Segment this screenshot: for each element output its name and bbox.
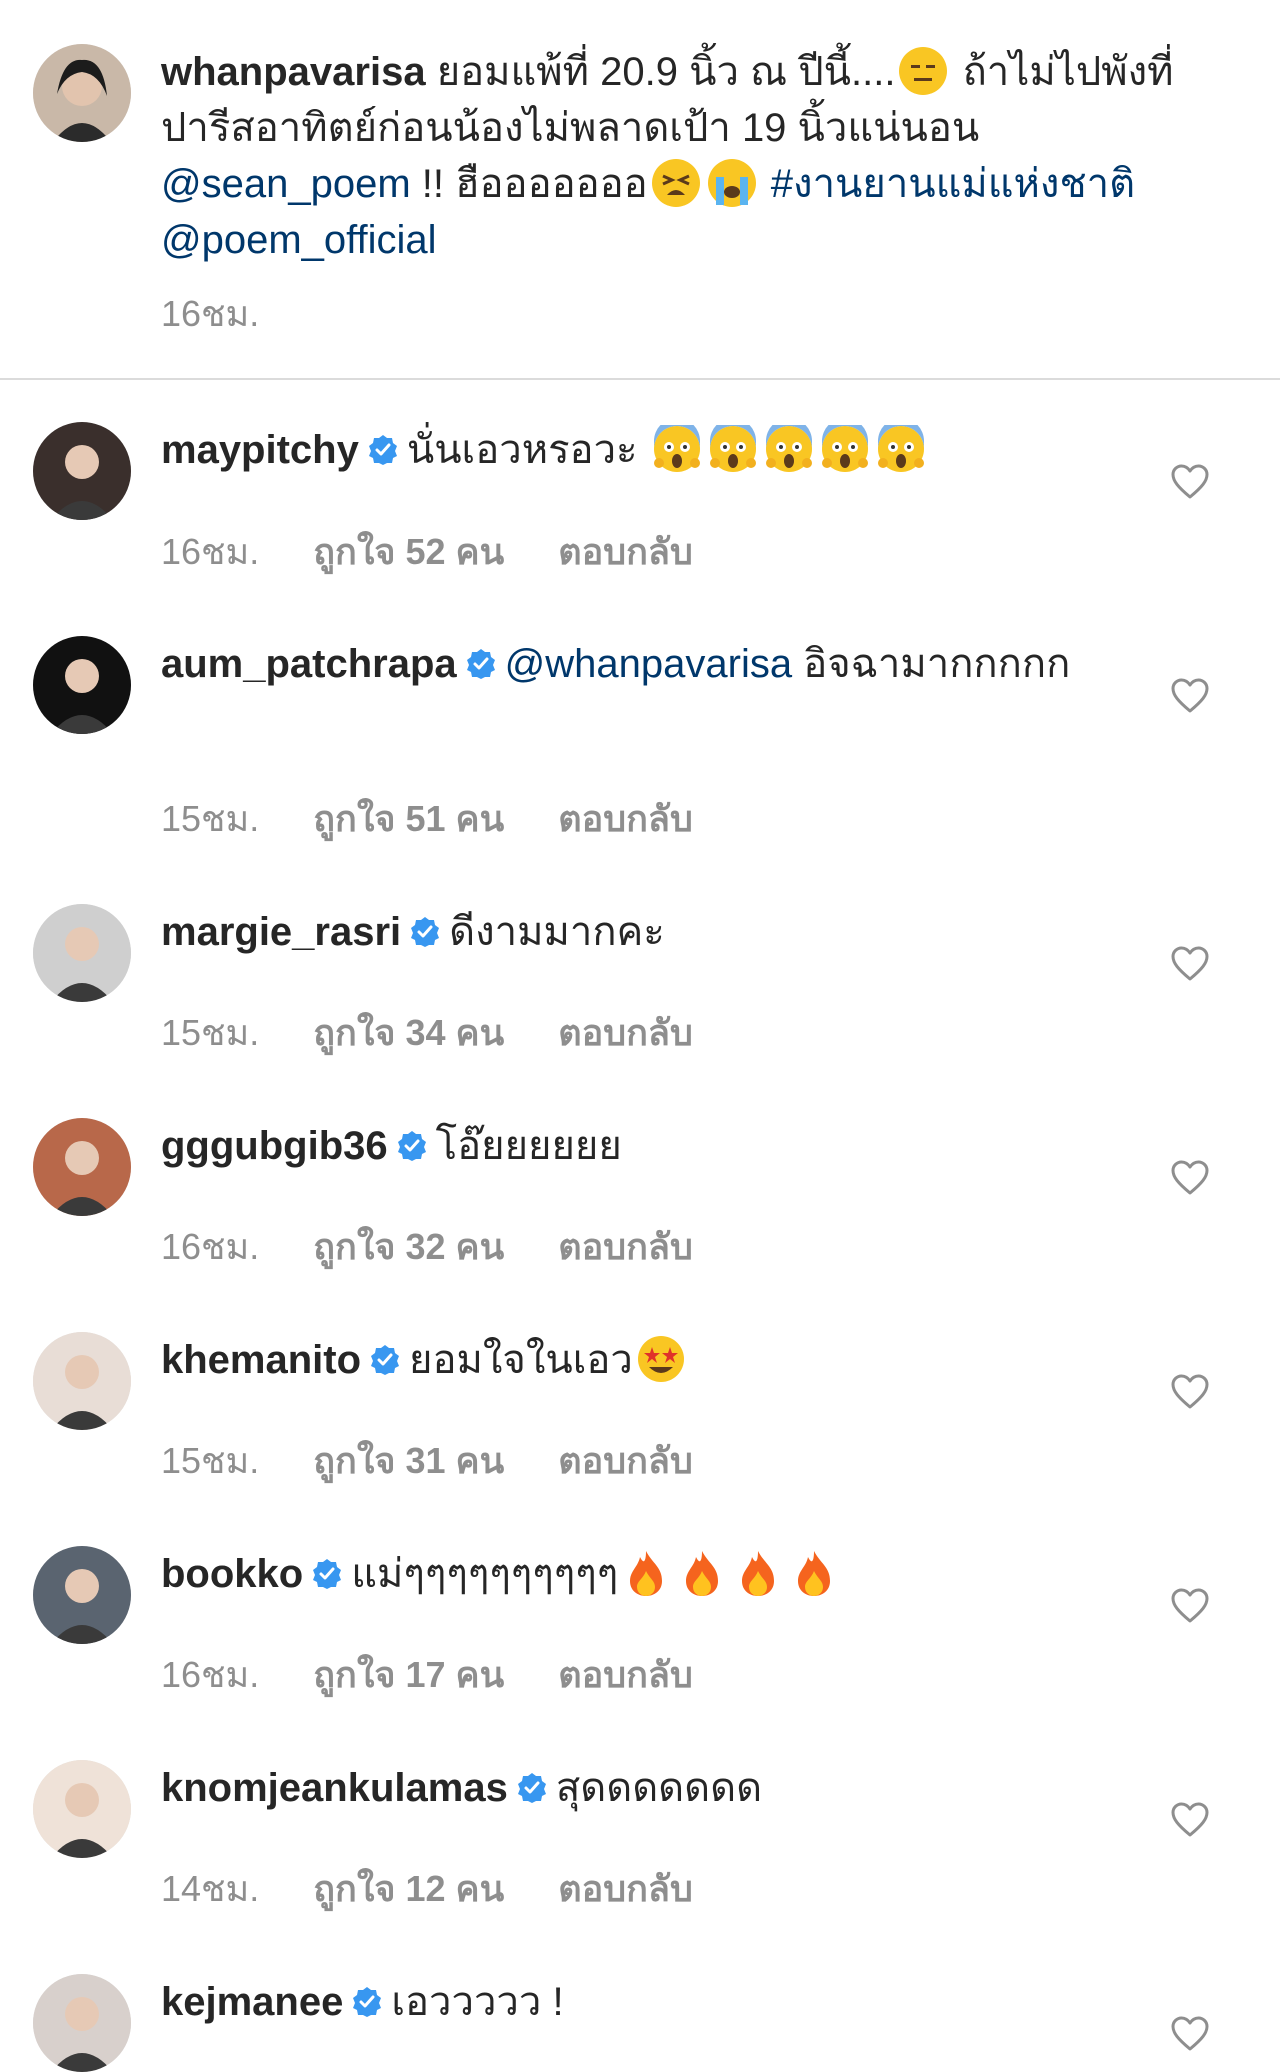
comment-meta: 15ชม. ถูกใจ 34 คน ตอบกลับ [161, 1004, 693, 1061]
avatar[interactable] [33, 1760, 131, 1858]
comment-message: เอววววว ! [391, 1980, 564, 2024]
like-heart-icon[interactable] [1170, 1158, 1210, 1198]
comment-text: aum_patchrapa @whanpavarisa อิจฉามากกกกก [161, 636, 1081, 692]
comment-text: margie_rasri ดีงามมากคะ [161, 904, 1081, 960]
likes-count-link[interactable]: ถูกใจ 51 คน [313, 790, 504, 847]
hashtag-link[interactable]: #งานยานแม่แห่งชาติ [760, 162, 1135, 206]
avatar[interactable] [33, 1332, 131, 1430]
caption-username[interactable]: whanpavarisa [161, 50, 426, 94]
verified-badge-icon [409, 916, 441, 948]
comment-meta: 15ชม. ถูกใจ 31 คน ตอบกลับ [161, 1432, 693, 1489]
caption-text: whanpavarisa ยอมแพ้ที่ 20.9 นิ้ว ณ ปีนี้… [161, 44, 1221, 268]
loudly-crying-face-icon [707, 159, 756, 207]
comment-timestamp: 16ชม. [161, 531, 260, 572]
fire-icon [622, 1549, 670, 1597]
like-heart-icon[interactable] [1170, 1586, 1210, 1626]
comment-text: kejmanee เอววววว ! [161, 1974, 1081, 2030]
verified-badge-icon [367, 434, 399, 466]
reply-button[interactable]: ตอบกลับ [558, 1432, 693, 1489]
comment-timestamp: 14ชม. [161, 1868, 260, 1909]
avatar[interactable] [33, 904, 131, 1002]
star-struck-icon [637, 1335, 685, 1383]
like-heart-icon[interactable] [1170, 2014, 1210, 2054]
comment-message: สุดดดดดดด [555, 1766, 763, 1810]
comment-username[interactable]: margie_rasri [161, 910, 401, 954]
scream-icon [653, 418, 701, 473]
likes-count-link[interactable]: ถูกใจ 32 คน [313, 1218, 504, 1275]
verified-badge-icon [396, 1130, 428, 1162]
reply-button[interactable]: ตอบกลับ [558, 1860, 693, 1917]
like-heart-icon[interactable] [1170, 676, 1210, 716]
scream-icon [821, 418, 869, 473]
comment-meta: 16ชม. ถูกใจ 52 คน ตอบกลับ [161, 523, 693, 580]
comment-username[interactable]: aum_patchrapa [161, 642, 457, 686]
like-heart-icon[interactable] [1170, 944, 1210, 984]
comment-message: นั่นเอวหรอวะ [406, 428, 649, 472]
verified-badge-icon [351, 1986, 383, 2018]
avatar[interactable] [33, 1118, 131, 1216]
likes-count-link[interactable]: ถูกใจ 52 คน [313, 523, 504, 580]
mention-link[interactable]: @whanpavarisa [505, 642, 792, 686]
scream-icon [877, 418, 925, 473]
comment-timestamp: 15ชม. [161, 1440, 260, 1481]
comment-text: gggubgib36 โอ๊ยยยยยย [161, 1118, 1081, 1174]
post-caption: whanpavarisa ยอมแพ้ที่ 20.9 นิ้ว ณ ปีนี้… [0, 0, 1280, 380]
like-heart-icon[interactable] [1170, 1372, 1210, 1412]
comment-meta: 16ชม. ถูกใจ 32 คน ตอบกลับ [161, 1218, 693, 1275]
like-heart-icon[interactable] [1170, 462, 1210, 502]
comment-message: แม่ๆๆๆๆๆๆๆๆๆๆ [351, 1552, 619, 1596]
scream-icon [709, 418, 757, 473]
comment-message: โอ๊ยยยยยย [435, 1124, 622, 1168]
comment-meta: 15ชม. ถูกใจ 51 คน ตอบกลับ [161, 790, 693, 847]
expressionless-face-icon [899, 47, 948, 95]
comment-meta: 16ชม. ถูกใจ 17 คน ตอบกลับ [161, 1646, 693, 1703]
comment-username[interactable]: gggubgib36 [161, 1124, 388, 1168]
comment-username[interactable]: knomjeankulamas [161, 1766, 508, 1810]
verified-badge-icon [311, 1558, 343, 1590]
fire-icon [678, 1549, 726, 1597]
reply-button[interactable]: ตอบกลับ [558, 1646, 693, 1703]
comment-text: knomjeankulamas สุดดดดดดด [161, 1760, 1081, 1816]
likes-count-link[interactable]: ถูกใจ 12 คน [313, 1860, 504, 1917]
mention-link[interactable]: @poem_official [161, 218, 437, 262]
reply-button[interactable]: ตอบกลับ [558, 523, 693, 580]
avatar[interactable] [33, 1546, 131, 1644]
comment-meta: 14ชม. ถูกใจ 12 คน ตอบกลับ [161, 1860, 693, 1917]
comment-message: ดีงามมากคะ [449, 910, 665, 954]
comment-message: ยอมใจในเอว [409, 1338, 633, 1382]
fire-icon [734, 1549, 782, 1597]
comment-username[interactable]: maypitchy [161, 428, 359, 472]
comment-username[interactable]: bookko [161, 1552, 303, 1596]
likes-count-link[interactable]: ถูกใจ 34 คน [313, 1004, 504, 1061]
reply-button[interactable]: ตอบกลับ [558, 790, 693, 847]
comment-message: อิจฉามากกกกก [792, 642, 1071, 686]
comment-timestamp: 15ชม. [161, 1012, 260, 1053]
avatar[interactable] [33, 636, 131, 734]
avatar[interactable] [33, 44, 131, 142]
comment-text: maypitchy นั่นเอวหรอวะ [161, 418, 1081, 478]
reply-button[interactable]: ตอบกลับ [558, 1004, 693, 1061]
comment-username[interactable]: kejmanee [161, 1980, 343, 2024]
likes-count-link[interactable]: ถูกใจ 17 คน [313, 1646, 504, 1703]
reply-button[interactable]: ตอบกลับ [558, 1218, 693, 1275]
like-heart-icon[interactable] [1170, 1800, 1210, 1840]
comment-text: khemanito ยอมใจในเอว [161, 1332, 1081, 1388]
fire-icon [790, 1549, 838, 1597]
comment-timestamp: 16ชม. [161, 1226, 260, 1267]
caption-timestamp: 16ชม. [161, 293, 260, 334]
tired-face-icon [651, 159, 700, 207]
scream-icon [765, 418, 813, 473]
mention-link[interactable]: @sean_poem [161, 162, 411, 206]
verified-badge-icon [465, 648, 497, 680]
comment-username[interactable]: khemanito [161, 1338, 361, 1382]
comment-timestamp: 15ชม. [161, 798, 260, 839]
verified-badge-icon [516, 1772, 548, 1804]
avatar[interactable] [33, 1974, 131, 2072]
avatar[interactable] [33, 422, 131, 520]
comment-text: bookko แม่ๆๆๆๆๆๆๆๆๆๆ [161, 1546, 1081, 1602]
comment-timestamp: 16ชม. [161, 1654, 260, 1695]
likes-count-link[interactable]: ถูกใจ 31 คน [313, 1432, 504, 1489]
verified-badge-icon [369, 1344, 401, 1376]
